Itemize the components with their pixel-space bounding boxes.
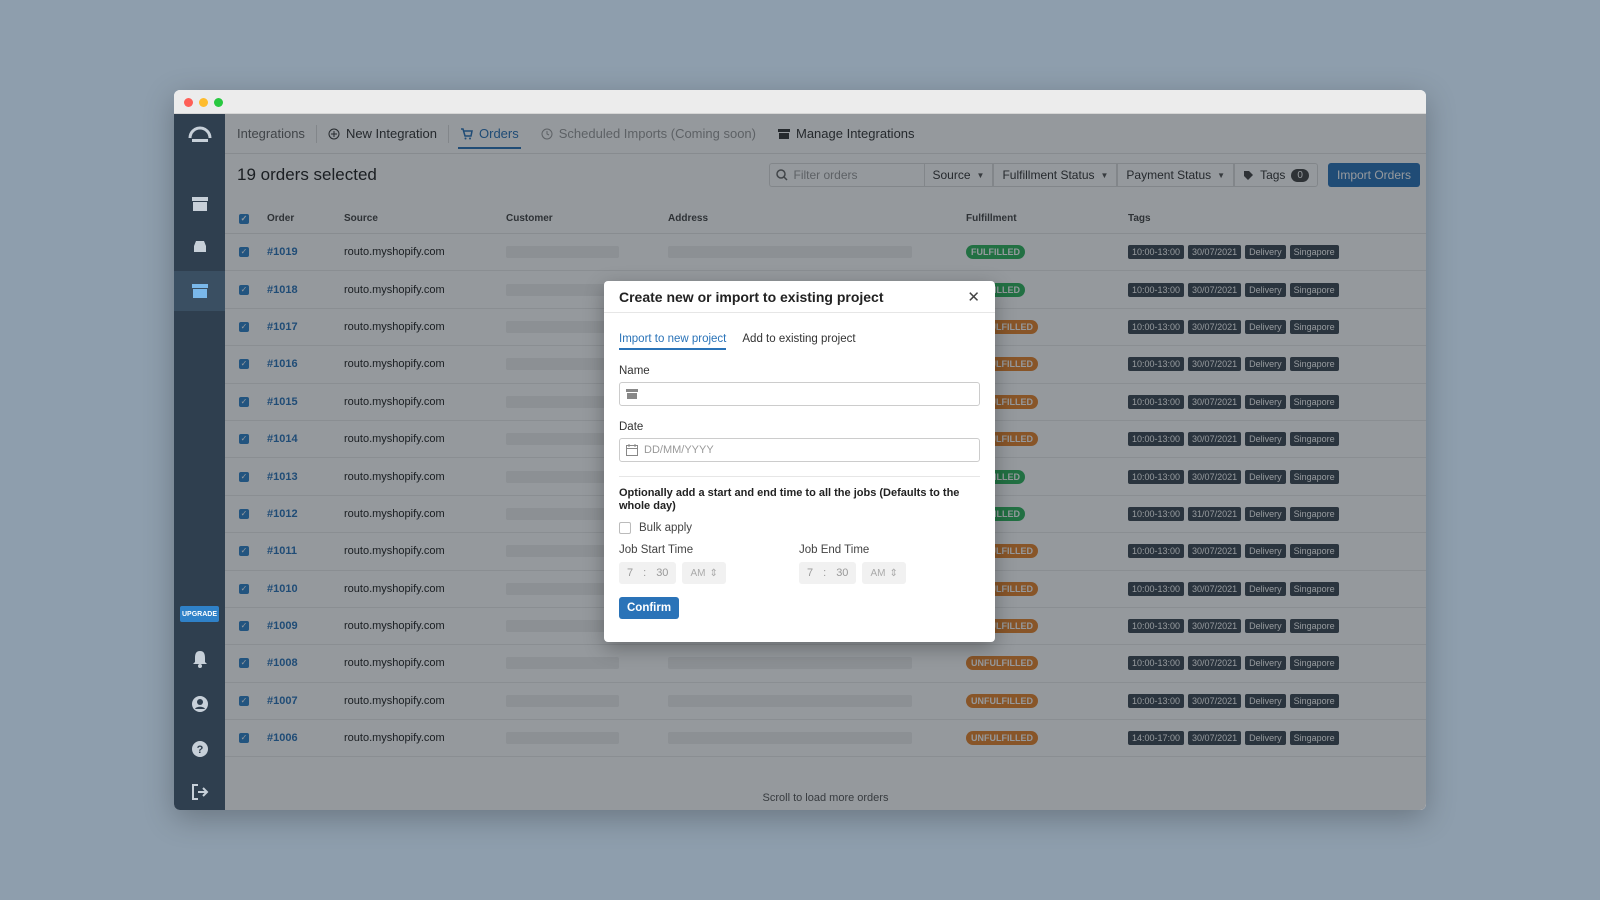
project-name-field[interactable]	[619, 382, 980, 406]
job-start-time-label: Job Start Time	[619, 544, 694, 556]
import-project-modal: Create new or import to existing project…	[604, 281, 995, 642]
archive-icon	[191, 197, 208, 211]
end-time-field[interactable]: 7 : 30	[799, 562, 857, 584]
sidebar-item-vehicles[interactable]	[174, 227, 225, 267]
maximize-window-button[interactable]	[214, 98, 223, 107]
car-icon	[193, 241, 206, 252]
bulk-apply-checkbox[interactable]	[619, 522, 631, 534]
job-end-time-label: Job End Time	[799, 544, 870, 556]
start-minute: 30	[656, 567, 669, 579]
modal-title: Create new or import to existing project	[619, 288, 884, 305]
sidebar-item-projects[interactable]	[174, 184, 225, 224]
tab-import-new-project[interactable]: Import to new project	[619, 333, 727, 350]
close-icon[interactable]: ✕	[967, 288, 980, 306]
end-hour: 7	[807, 567, 814, 579]
sidebar-item-help[interactable]: ?	[174, 729, 225, 769]
job-times: Job Start Time 7 : 30 AM ⇕ Job End Time	[619, 544, 980, 584]
svg-text:?: ?	[196, 744, 203, 756]
sidebar-item-logout[interactable]	[174, 772, 225, 810]
calendar-icon	[626, 444, 638, 456]
sidebar-item-account[interactable]	[174, 684, 225, 724]
modal-divider	[619, 476, 980, 477]
archive-icon	[626, 389, 638, 399]
bulk-apply-label: Bulk apply	[639, 522, 693, 534]
end-minute: 30	[836, 567, 849, 579]
time-note: Optionally add a start and end time to a…	[619, 487, 960, 512]
sidebar: UPGRADE ?	[174, 114, 225, 810]
project-date-field[interactable]: DD/MM/YYYY	[619, 438, 980, 462]
job-start-time: Job Start Time 7 : 30 AM ⇕	[619, 544, 799, 584]
sidebar-item-notifications[interactable]	[174, 639, 225, 679]
upgrade-button[interactable]: UPGRADE	[180, 606, 219, 622]
start-ampm-select[interactable]: AM ⇕	[682, 562, 726, 584]
time-separator: :	[823, 567, 827, 579]
tab-add-existing-project[interactable]: Add to existing project	[742, 333, 855, 350]
minimize-window-button[interactable]	[199, 98, 208, 107]
confirm-button[interactable]: Confirm	[619, 597, 680, 619]
help-icon: ?	[191, 741, 208, 757]
date-label: Date	[619, 421, 644, 433]
sort-arrows-icon: ⇕	[889, 567, 898, 579]
window-titlebar	[174, 90, 1426, 114]
modal-body: Import to new project Add to existing pr…	[604, 333, 995, 619]
bulk-apply-row[interactable]: Bulk apply	[619, 522, 980, 534]
start-time-field[interactable]: 7 : 30	[619, 562, 677, 584]
start-ampm-value: AM	[690, 567, 706, 579]
store-icon	[191, 284, 208, 298]
job-end-time: Job End Time 7 : 30 AM ⇕	[799, 544, 979, 584]
name-label: Name	[619, 365, 650, 377]
time-separator: :	[643, 567, 647, 579]
sort-arrows-icon: ⇕	[709, 567, 718, 579]
end-ampm-value: AM	[870, 567, 886, 579]
logo-icon[interactable]	[187, 124, 213, 146]
date-placeholder: DD/MM/YYYY	[644, 444, 714, 456]
job-start-time-inputs: 7 : 30 AM ⇕	[619, 562, 799, 584]
close-window-button[interactable]	[184, 98, 193, 107]
modal-header: Create new or import to existing project…	[604, 281, 995, 313]
sidebar-item-integrations[interactable]	[174, 271, 225, 311]
logout-icon	[191, 784, 208, 800]
bell-icon	[192, 651, 207, 668]
start-hour: 7	[627, 567, 634, 579]
job-end-time-inputs: 7 : 30 AM ⇕	[799, 562, 979, 584]
end-ampm-select[interactable]: AM ⇕	[862, 562, 906, 584]
user-icon	[191, 696, 208, 712]
modal-tabs: Import to new project Add to existing pr…	[619, 333, 980, 350]
